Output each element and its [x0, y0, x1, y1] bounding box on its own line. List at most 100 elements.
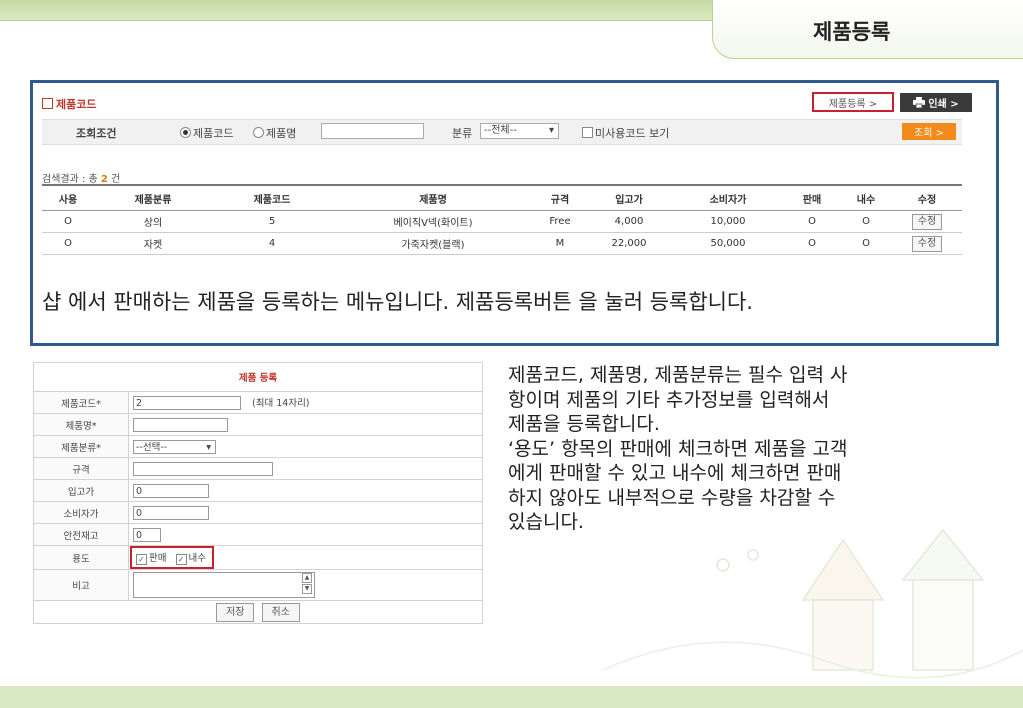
field-label: 제품코드*: [33, 391, 129, 414]
field-label: 입고가: [33, 479, 129, 502]
explanation-line: 제품을 등록합니다.: [508, 413, 660, 435]
column-header: 입고가: [586, 184, 672, 211]
table-cell: O: [840, 232, 892, 255]
table-cell: 50,000: [672, 232, 784, 255]
cost-price-input[interactable]: 0: [133, 483, 209, 498]
product-code-input[interactable]: 2: [133, 396, 241, 411]
checkbox-icon: [582, 127, 593, 138]
column-header: 소비자가: [672, 184, 784, 211]
column-header: 수정: [892, 184, 962, 211]
table-cell: O: [42, 210, 94, 233]
table-cell: 상의: [94, 210, 212, 233]
product-category-select[interactable]: --선택-- ▾: [133, 439, 216, 454]
column-header: 내수: [840, 184, 892, 211]
dropdown-arrow-icon: ▾: [548, 125, 554, 136]
radio-product-code[interactable]: 제품코드: [180, 125, 233, 141]
table-cell: O: [784, 210, 840, 233]
product-registration-form: 제품 등록 제품코드* 2 (최대 14자리) 제품명* 제품분류* --선택-…: [33, 362, 483, 624]
form-actions: 저장 취소: [33, 600, 483, 624]
search-conditions-row: 조회조건 제품코드 제품명 분류 --전체-- ▾ 미사용코드 보기 조회 >: [42, 119, 962, 145]
sale-checkbox[interactable]: ✓ 판매: [136, 553, 166, 565]
field-label: 제품분류*: [33, 435, 129, 458]
consumer-price-input[interactable]: 0: [133, 505, 209, 520]
explanation-line: 있습니다.: [508, 511, 584, 533]
form-explanation: 제품코드, 제품명, 제품분류는 필수 입력 사 항이며 제품의 기타 추가정보…: [508, 363, 978, 535]
arrow-down-icon: ▼: [302, 584, 312, 594]
slide-title-tab: 제품등록: [712, 0, 1023, 59]
save-button[interactable]: 저장: [216, 602, 255, 622]
table-cell: 가죽자켓(블랙): [332, 232, 534, 255]
radio-selected-icon: [180, 127, 191, 138]
square-icon: [42, 98, 53, 109]
note-textarea[interactable]: ▲ ▼: [133, 572, 315, 598]
column-header: 제품명: [332, 184, 534, 211]
category-select[interactable]: --전체-- ▾: [480, 123, 559, 139]
table-header-row: 사용 제품분류 제품코드 제품명 규격 입고가 소비자가 판매 내수 수정: [42, 184, 962, 211]
table-cell: 4: [212, 232, 332, 255]
radio-icon: [253, 127, 264, 138]
section-title: 제품코드: [42, 96, 96, 112]
table-cell: O: [42, 232, 94, 255]
table-cell: 5: [212, 210, 332, 233]
product-code-panel: 제품코드 제품등록 > 인쇄 > 조회조건 제품코드 제품명 분류 --전체--…: [30, 80, 999, 346]
field-label: 소비자가: [33, 501, 129, 524]
printer-icon: [913, 97, 926, 108]
column-header: 판매: [784, 184, 840, 211]
table-cell: Free: [534, 210, 586, 233]
table-cell: 베이직V넥(화이트): [332, 210, 534, 233]
checkbox-checked-icon: ✓: [136, 554, 147, 565]
product-name-input[interactable]: [133, 417, 228, 432]
usage-options: ✓ 판매 ✓ 내수: [130, 546, 214, 569]
search-result-summary: 검색결과 : 총 2 건: [42, 174, 121, 185]
register-product-button[interactable]: 제품등록 >: [812, 92, 894, 112]
column-header: 제품분류: [94, 184, 212, 211]
table-row: O 상의 5 베이직V넥(화이트) Free 4,000 10,000 O O …: [42, 210, 962, 233]
field-hint: (최대 14자리): [252, 397, 310, 409]
cancel-button[interactable]: 취소: [261, 602, 300, 622]
explanation-line: 항이며 제품의 기타 추가정보를 입력해서: [508, 388, 830, 411]
spec-input[interactable]: [133, 461, 273, 476]
column-header: 규격: [534, 184, 586, 211]
internal-use-checkbox[interactable]: ✓ 내수: [175, 553, 206, 565]
edit-button[interactable]: 수정: [911, 235, 943, 252]
table-cell: O: [840, 210, 892, 233]
safety-stock-input[interactable]: 0: [133, 527, 161, 542]
checkbox-checked-icon: ✓: [175, 554, 187, 565]
edit-button[interactable]: 수정: [911, 213, 943, 230]
field-label: 규격: [33, 457, 129, 480]
panel-description: 샵 에서 판매하는 제품을 등록하는 메뉴입니다. 제품등록버튼 을 눌러 등록…: [42, 290, 753, 314]
print-button[interactable]: 인쇄 >: [900, 93, 972, 112]
table-cell: 22,000: [586, 232, 672, 255]
field-label: 제품명*: [33, 413, 129, 436]
product-table: 사용 제품분류 제품코드 제품명 규격 입고가 소비자가 판매 내수 수정 O …: [42, 184, 962, 255]
dropdown-arrow-icon: ▾: [206, 441, 211, 453]
radio-product-name[interactable]: 제품명: [253, 125, 296, 141]
table-cell: 수정: [892, 232, 962, 255]
textarea-scrollbar[interactable]: ▲ ▼: [302, 573, 312, 595]
search-input[interactable]: [321, 123, 424, 139]
search-button[interactable]: 조회 >: [902, 123, 956, 140]
slide-title: 제품등록: [813, 20, 891, 44]
table-cell: 10,000: [672, 210, 784, 233]
field-label: 안전재고: [33, 523, 129, 546]
explanation-line: 제품코드, 제품명, 제품분류는 필수 입력 사: [508, 364, 848, 386]
table-cell: 자켓: [94, 232, 212, 255]
arrow-up-icon: ▲: [302, 573, 312, 583]
column-header: 제품코드: [212, 184, 332, 211]
form-title: 제품 등록: [33, 362, 483, 392]
search-label: 조회조건: [76, 127, 117, 140]
table-cell: O: [784, 232, 840, 255]
unused-code-checkbox[interactable]: 미사용코드 보기: [582, 125, 669, 141]
field-label: 비고: [33, 569, 129, 601]
bottom-bar: [0, 686, 1023, 708]
table-cell: 수정: [892, 210, 962, 233]
column-header: 사용: [42, 184, 94, 211]
explanation-line: ‘용도’ 항목의 판매에 체크하면 제품을 고객: [508, 437, 848, 460]
table-cell: M: [534, 232, 586, 255]
field-label: 용도: [33, 545, 129, 570]
category-label: 분류: [452, 127, 473, 140]
explanation-line: 에게 판매할 수 있고 내수에 체크하면 판매: [508, 462, 842, 484]
table-cell: 4,000: [586, 210, 672, 233]
table-row: O 자켓 4 가죽자켓(블랙) M 22,000 50,000 O O 수정: [42, 232, 962, 255]
explanation-line: 하지 않아도 내부적으로 수량을 차감할 수: [508, 486, 836, 509]
